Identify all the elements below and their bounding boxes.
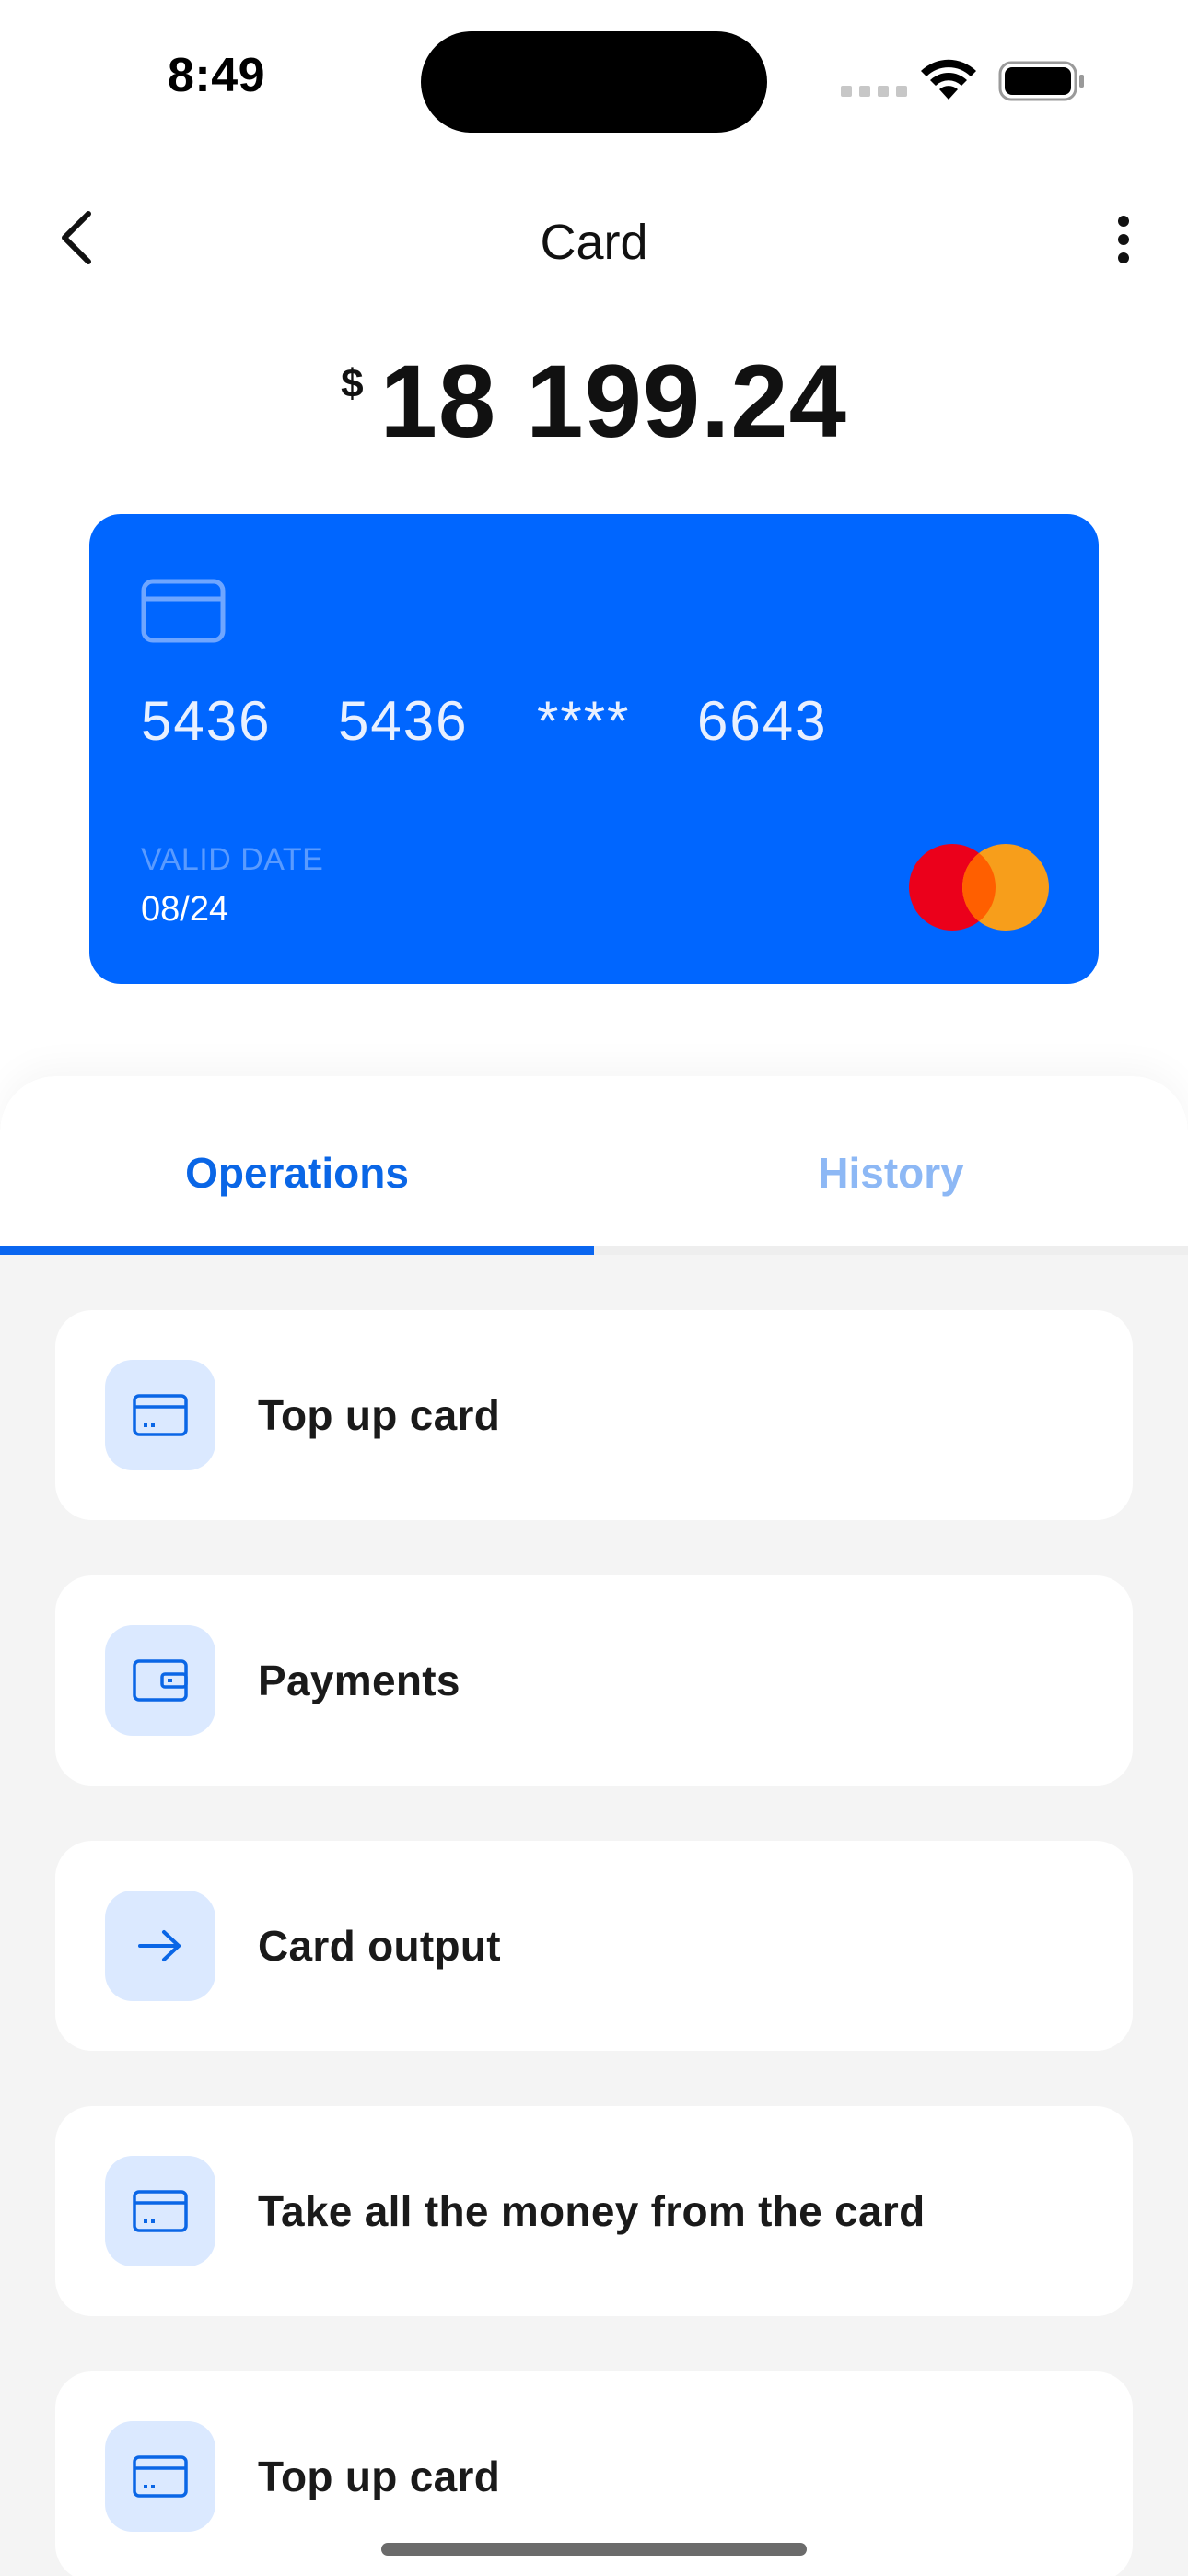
card-number-group: 5436 — [141, 690, 272, 752]
home-indicator[interactable] — [381, 2543, 807, 2556]
card-details-screen: 8:49 Card $18 199.24 5436 5436 **** 6643… — [0, 0, 1188, 2576]
cellular-signal-icon — [841, 86, 907, 97]
credit-card-icon — [105, 2421, 215, 2532]
card-number-group: 6643 — [697, 690, 828, 752]
tab-operations[interactable]: Operations — [0, 1148, 594, 1198]
dynamic-island — [421, 31, 767, 133]
bank-card[interactable]: 5436 5436 **** 6643 VALID DATE 08/24 — [89, 514, 1099, 984]
page-title: Card — [540, 215, 648, 270]
operation-top-up-card[interactable]: Top up card — [55, 1310, 1133, 1520]
operation-take-all-money[interactable]: Take all the money from the card — [55, 2106, 1133, 2316]
more-options-icon[interactable] — [1105, 212, 1142, 267]
operation-label: Card output — [258, 1922, 501, 1970]
balance-currency: $ — [341, 361, 364, 406]
card-number-group: **** — [537, 690, 631, 752]
card-number: 5436 5436 **** 6643 — [141, 689, 827, 753]
status-time: 8:49 — [168, 49, 266, 102]
tab-bar: Operations History — [0, 1076, 1188, 1255]
operations-list: Top up card Payments Card output Take al… — [55, 1310, 1133, 2576]
tab-history[interactable]: History — [594, 1148, 1188, 1198]
operation-label: Take all the money from the card — [258, 2187, 926, 2235]
credit-card-icon — [141, 579, 226, 643]
battery-icon — [998, 61, 1084, 101]
mastercard-logo-icon — [909, 844, 1049, 931]
card-number-group: 5436 — [338, 690, 469, 752]
operation-card-output[interactable]: Card output — [55, 1841, 1133, 2051]
tab-active-indicator — [0, 1246, 594, 1255]
wifi-icon — [921, 59, 976, 100]
operation-label: Top up card — [258, 1391, 501, 1439]
wallet-icon — [105, 1625, 215, 1736]
operation-label: Payments — [258, 1657, 460, 1704]
valid-date-label: VALID DATE — [141, 842, 324, 877]
operations-sheet: Operations History Top up card Payments … — [0, 1076, 1188, 2576]
arrow-right-icon — [105, 1891, 215, 2001]
credit-card-icon — [105, 1360, 215, 1470]
balance: $18 199.24 — [0, 350, 1188, 453]
credit-card-icon — [105, 2156, 215, 2266]
operation-payments[interactable]: Payments — [55, 1575, 1133, 1786]
balance-amount: 18 199.24 — [379, 344, 847, 459]
valid-date-value: 08/24 — [141, 890, 229, 929]
